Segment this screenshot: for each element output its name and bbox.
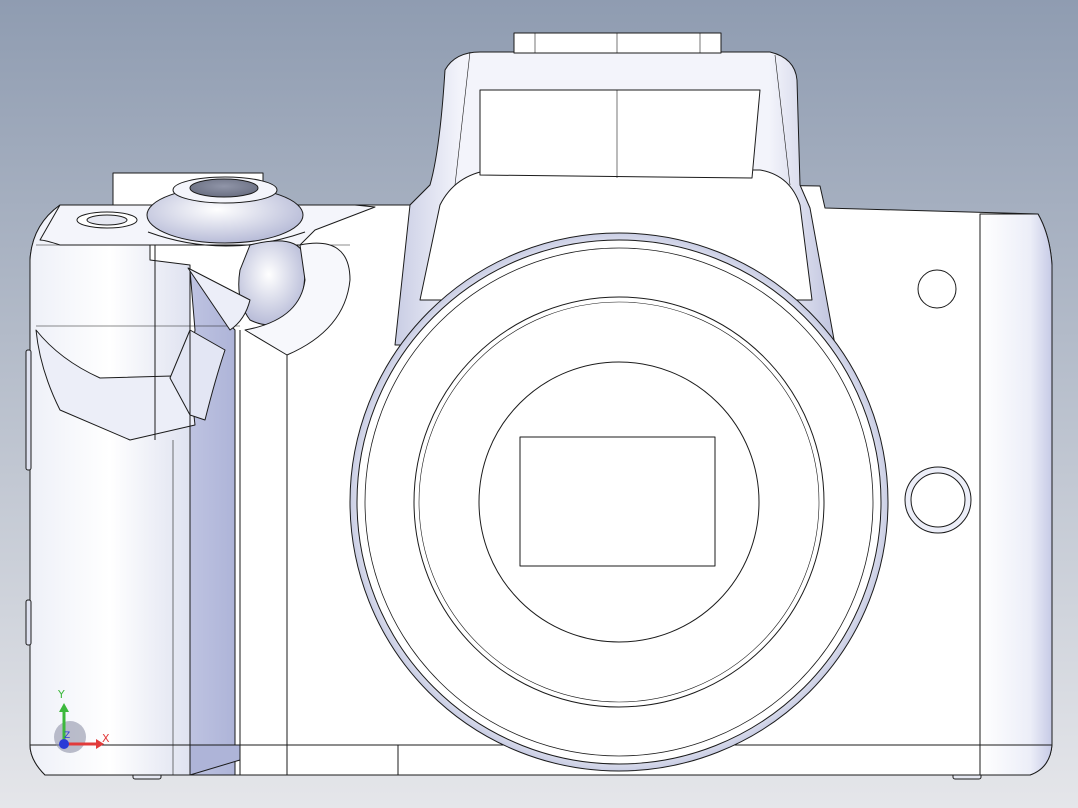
hot-shoe <box>513 32 722 54</box>
camera-model-view[interactable] <box>0 0 1078 808</box>
hand-grip <box>29 204 191 776</box>
af-assist-lamp <box>917 269 957 309</box>
lens-release-button[interactable] <box>910 472 966 528</box>
shutter-button[interactable] <box>189 178 259 198</box>
viewfinder-window <box>479 89 761 179</box>
side-port <box>25 349 32 471</box>
z-axis-label: Z <box>64 731 71 741</box>
image-sensor <box>519 436 716 567</box>
side-port <box>25 599 32 646</box>
cad-viewport[interactable]: X Y Z <box>0 0 1078 808</box>
top-button[interactable] <box>86 214 128 226</box>
body-right-edge <box>979 213 1053 776</box>
y-axis-label: Y <box>58 688 65 701</box>
x-axis-label: X <box>102 732 110 745</box>
